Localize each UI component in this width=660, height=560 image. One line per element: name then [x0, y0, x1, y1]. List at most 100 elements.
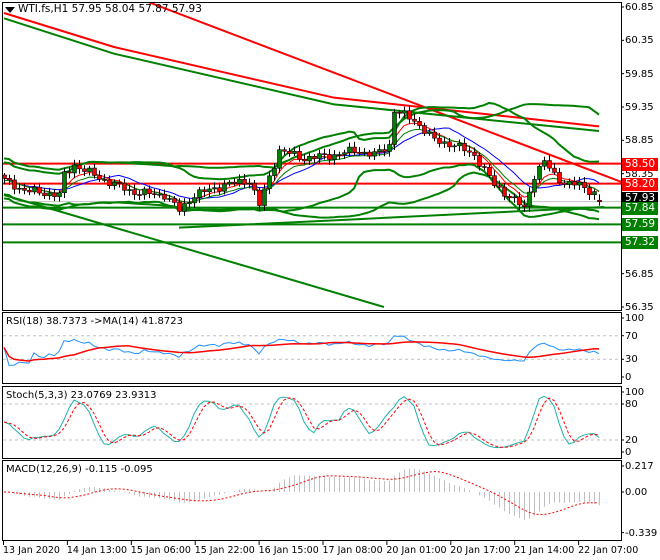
- candle: [172, 198, 177, 203]
- candle: [372, 151, 377, 157]
- time-axis-label: 22 Jan 07:00: [578, 545, 639, 556]
- price-axis-label: 56.85: [625, 268, 654, 280]
- candle: [572, 180, 577, 186]
- candle: [482, 166, 487, 168]
- candle: [557, 172, 562, 184]
- stoch-level-label: 100: [625, 387, 645, 398]
- time-axis-label: 20 Jan 17:00: [450, 545, 511, 556]
- candle: [357, 151, 362, 154]
- candle: [27, 190, 32, 193]
- candle: [212, 187, 217, 190]
- candle: [187, 202, 192, 205]
- candle: [87, 167, 92, 172]
- symbol-header: WTI.fs,H1 57.95 58.04 57.87 57.93: [18, 3, 202, 15]
- candle: [327, 154, 332, 160]
- candle: [362, 151, 367, 154]
- time-axis-label: 21 Jan 14:00: [514, 545, 575, 556]
- candle: [247, 182, 252, 185]
- candle: [387, 144, 392, 152]
- candle: [257, 189, 262, 206]
- rsi-level-label: 0: [625, 372, 632, 383]
- candle: [437, 137, 442, 144]
- candle: [97, 175, 102, 180]
- candle: [47, 192, 52, 197]
- candle: [522, 204, 527, 207]
- candle: [492, 175, 497, 187]
- candle: [147, 188, 152, 194]
- rsi-line: [3, 335, 600, 366]
- macd-level-label: 0.217: [625, 461, 654, 472]
- candle: [377, 149, 382, 152]
- candle: [117, 181, 122, 184]
- price-axis-label: 56.35: [625, 302, 654, 313]
- candle: [532, 179, 537, 193]
- candle: [137, 194, 142, 196]
- stoch-title: Stoch(5,3,3) 23.0769 23.9313: [6, 390, 157, 401]
- candle: [462, 142, 467, 152]
- time-axis-label: 13 Jan 2020: [3, 545, 60, 556]
- dropdown-arrow-icon[interactable]: [5, 7, 15, 13]
- candle: [17, 187, 22, 190]
- candle: [577, 181, 582, 186]
- candle: [202, 189, 207, 193]
- price-box-57-59: 57.59: [622, 218, 658, 232]
- time-axis-label: 15 Jan 22:00: [194, 545, 255, 556]
- candle: [427, 131, 432, 134]
- candle: [507, 196, 512, 199]
- candle: [177, 202, 182, 212]
- candle: [232, 181, 237, 184]
- candle: [382, 149, 387, 152]
- candle: [447, 141, 452, 148]
- main-plot: [3, 3, 621, 308]
- candle: [222, 183, 227, 192]
- candle: [242, 179, 247, 185]
- candle: [582, 181, 587, 189]
- rsi-ma-line: [3, 341, 600, 362]
- stoch-level-label: 0: [625, 447, 632, 458]
- trading-chart[interactable]: [0, 0, 660, 560]
- candle: [337, 154, 342, 156]
- candle: [472, 151, 477, 156]
- candle: [132, 189, 137, 195]
- candle: [467, 150, 472, 153]
- candle: [197, 189, 202, 198]
- candle: [142, 188, 147, 196]
- candle: [42, 192, 47, 197]
- candle: [342, 152, 347, 155]
- support-trendline: [3, 194, 385, 308]
- candle: [547, 160, 552, 169]
- price-axis-label: 60.85: [625, 2, 654, 13]
- price-box-58-20: 58.20: [622, 177, 658, 191]
- candle: [452, 145, 457, 148]
- candle: [477, 155, 482, 167]
- candle: [397, 112, 402, 114]
- rsi-level-label: 30: [625, 354, 638, 366]
- candle: [67, 171, 72, 174]
- candle: [562, 182, 567, 185]
- candle: [52, 192, 57, 197]
- candle: [442, 141, 447, 144]
- price-axis-label: 59.85: [625, 68, 654, 80]
- candle: [457, 142, 462, 147]
- price-box-57-32: 57.32: [622, 236, 658, 250]
- candle: [317, 153, 322, 159]
- candle: [92, 167, 97, 176]
- candle: [62, 171, 67, 194]
- candle: [392, 112, 397, 145]
- candle: [412, 118, 417, 122]
- candle: [502, 186, 507, 197]
- candle: [417, 120, 422, 126]
- candle: [552, 167, 557, 173]
- rsi-title: RSI(18) 38.7373 ->MA(14) 41.8723: [6, 316, 183, 327]
- time-axis-label: 17 Jan 08:00: [322, 545, 383, 556]
- candle: [292, 151, 297, 154]
- time-axis-label: 14 Jan 13:00: [66, 545, 128, 556]
- candle: [107, 179, 112, 186]
- candle: [72, 164, 77, 174]
- candle: [267, 175, 272, 190]
- price-box-58-50: 58.50: [622, 157, 658, 171]
- candle: [307, 155, 312, 162]
- candle: [517, 196, 522, 206]
- candle: [7, 178, 12, 181]
- candle: [527, 191, 532, 207]
